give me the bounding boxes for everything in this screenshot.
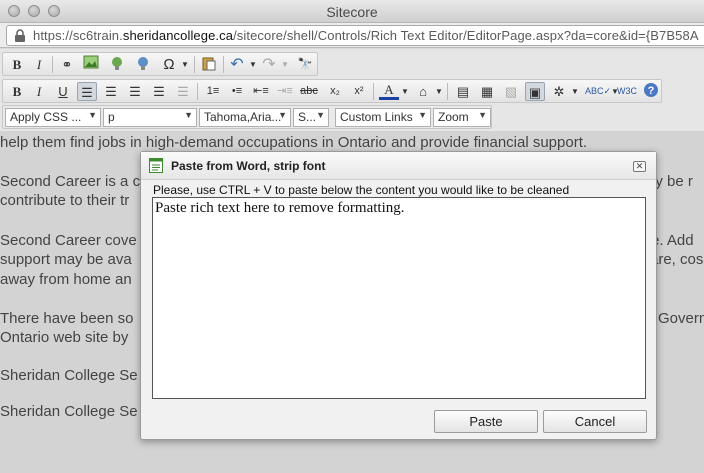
chevron-down-icon: ▼ [316, 110, 325, 120]
image-icon[interactable] [81, 55, 101, 74]
find-replace-icon[interactable]: 🔭 [295, 55, 315, 74]
chevron-down-icon[interactable]: ▼ [565, 82, 585, 101]
justify-icon[interactable]: ☰ [149, 82, 169, 101]
zoom-select[interactable]: Zoom ▼ [433, 108, 491, 127]
bold-icon[interactable]: B [7, 82, 27, 101]
toolbar-row-3: Apply CSS ... ▼ p ▼ Tahoma,Aria... ▼ S... ▼ … [2, 105, 492, 129]
numbered-list-icon[interactable]: 1≡ [203, 82, 223, 101]
url-path: /sitecore/shell/Controls/Rich Text Edito… [233, 28, 699, 43]
font-size-select[interactable]: S... ▼ [293, 108, 329, 127]
chevron-down-icon[interactable]: ▼ [275, 55, 295, 74]
link-icon[interactable]: ⚭ [57, 55, 77, 74]
paragraph-format-select[interactable]: p ▼ [103, 108, 197, 127]
align-center-icon[interactable]: ☰ [101, 82, 121, 101]
zoom-value: Zoom [438, 110, 469, 124]
cancel-button[interactable]: Cancel [543, 410, 647, 433]
address-bar: https://sc6train.sheridancollege.ca/site… [0, 23, 704, 48]
image-properties-icon[interactable]: ▧ [501, 82, 521, 101]
css-class-select[interactable]: Apply CSS ... ▼ [5, 108, 101, 127]
close-icon[interactable]: ✕ [633, 161, 646, 172]
dialog-instructions: Please, use CTRL + V to paste below the … [153, 183, 570, 197]
url-text: https://sc6train.sheridancollege.ca/site… [33, 28, 699, 43]
editor-toolbar-area: B I ⚭ Ω ▼ ↶ ▼ ↷ ▼ 🔭 B I U ☰ ☰ ☰ ☰ ☰ 1≡ •… [0, 49, 704, 131]
toolbar-row-1: B I ⚭ Ω ▼ ↶ ▼ ↷ ▼ 🔭 [2, 52, 318, 76]
chevron-down-icon[interactable]: ▼ [429, 82, 449, 101]
help-icon[interactable]: ? [641, 82, 661, 101]
chevron-down-icon: ▼ [184, 110, 193, 120]
chevron-down-icon[interactable]: ▼ [395, 82, 415, 101]
format-stripper-icon[interactable]: ▣ [525, 82, 545, 101]
dialog-header: Paste from Word, strip font ✕ [141, 152, 656, 180]
flash-icon[interactable] [133, 55, 153, 74]
paste-text-area[interactable]: Paste rich text here to remove formattin… [152, 197, 646, 399]
media-icon[interactable] [107, 55, 127, 74]
abc-check-icon[interactable]: ABC✓ [585, 82, 611, 101]
bulleted-list-icon[interactable]: •≡ [227, 82, 247, 101]
url-host: sheridancollege.ca [122, 28, 234, 43]
chevron-down-icon[interactable]: ▼ [175, 55, 195, 74]
chevron-down-icon: ▼ [88, 110, 97, 120]
increase-indent-icon[interactable]: ⇥≡ [275, 82, 295, 101]
toolbar-divider [373, 83, 374, 100]
css-class-value: Apply CSS ... [10, 110, 82, 124]
custom-links-value: Custom Links [340, 110, 413, 124]
paragraph-format-value: p [108, 110, 115, 124]
toolbar-divider [223, 56, 224, 73]
bold-icon[interactable]: B [7, 55, 27, 74]
paste-icon[interactable] [199, 55, 219, 74]
horizontal-rule-icon[interactable]: ▤ [453, 82, 473, 101]
document-icon [149, 158, 163, 173]
indent-icon[interactable]: ☰ [173, 82, 193, 101]
font-name-select[interactable]: Tahoma,Aria... ▼ [199, 108, 291, 127]
dialog-title: Paste from Word, strip font [171, 159, 326, 173]
toolbar-divider [447, 83, 448, 100]
font-size-value: S... [298, 110, 317, 124]
svg-text:?: ? [648, 85, 655, 97]
toolbar-divider [52, 56, 53, 73]
url-prefix: https://sc6train. [33, 28, 123, 43]
chevron-down-icon: ▼ [418, 110, 427, 120]
paste-button[interactable]: Paste [434, 410, 538, 433]
w3c-validator-icon[interactable]: W3C [617, 82, 637, 101]
window-titlebar: Sitecore [0, 0, 704, 23]
font-name-value: Tahoma,Aria... [204, 110, 282, 124]
lock-icon [15, 29, 25, 42]
subscript-icon[interactable]: x₂ [325, 82, 345, 101]
paste-area-text: Paste rich text here to remove formattin… [155, 200, 405, 216]
italic-icon[interactable]: I [29, 55, 49, 74]
superscript-icon[interactable]: x² [349, 82, 369, 101]
table-icon[interactable]: ▦ [477, 82, 497, 101]
align-left-icon[interactable]: ☰ [77, 82, 97, 101]
italic-icon[interactable]: I [29, 82, 49, 101]
chevron-down-icon: ▼ [478, 110, 487, 120]
window-title: Sitecore [326, 4, 378, 20]
strikethrough-icon[interactable]: abc [299, 82, 319, 101]
url-field[interactable]: https://sc6train.sheridancollege.ca/site… [6, 25, 704, 46]
chevron-down-icon: ▼ [278, 110, 287, 120]
toolbar-divider [194, 56, 195, 73]
paste-from-word-dialog: Paste from Word, strip font ✕ Please, us… [140, 151, 657, 440]
toolbar-divider [197, 83, 198, 100]
toolbar-row-2: B I U ☰ ☰ ☰ ☰ ☰ 1≡ •≡ ⇤≡ ⇥≡ abc x₂ x² A … [2, 79, 662, 103]
align-right-icon[interactable]: ☰ [125, 82, 145, 101]
custom-links-select[interactable]: Custom Links ▼ [335, 108, 431, 127]
outdent-icon[interactable]: ⇤≡ [251, 82, 271, 101]
underline-icon[interactable]: U [53, 82, 73, 101]
